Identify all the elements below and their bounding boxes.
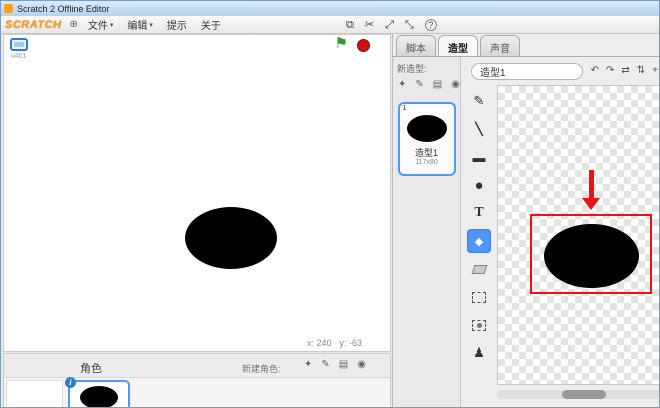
- scratch-logo[interactable]: SCRATCH: [5, 19, 61, 31]
- menubar: SCRATCH ⊕ 文件 ▾ 编辑 ▾ 提示 关于 ⧉ ✂ ⤢ ⤡ ?: [1, 16, 660, 34]
- menu-file-label: 文件: [88, 17, 108, 32]
- ellipse-tool[interactable]: ●: [467, 173, 491, 197]
- sprite-thumb-ellipse: [80, 386, 118, 408]
- paint-editor: ↶ ↷ ⇄ ⇅ + ✎ ╲ ▬ ● T ◆ ♟: [461, 57, 660, 408]
- version-label: v461: [11, 53, 26, 60]
- stage-thumbnail[interactable]: [6, 380, 63, 408]
- stop-icon[interactable]: [357, 39, 370, 52]
- menu-about[interactable]: 关于: [201, 17, 221, 32]
- editor-tabs: 脚本 造型 声音: [396, 35, 522, 56]
- menu-about-label: 关于: [201, 17, 221, 32]
- window-title: Scratch 2 Offline Editor: [17, 4, 109, 14]
- magic-select-icon: [472, 320, 486, 331]
- green-flag-icon[interactable]: ⚑: [335, 36, 348, 51]
- brush-tool[interactable]: ✎: [467, 89, 491, 113]
- sprite-panel-title: 角色: [80, 360, 102, 376]
- rectangle-tool[interactable]: ▬: [467, 145, 491, 169]
- upload-costume-icon[interactable]: ▤: [433, 79, 442, 90]
- scrollbar-thumb[interactable]: [562, 390, 606, 399]
- camera-sprite-icon[interactable]: ◉: [357, 359, 366, 370]
- select-icon: [472, 292, 486, 303]
- new-sprite-label: 新建角色:: [242, 362, 281, 375]
- sprite-library-icon[interactable]: ✦: [304, 359, 312, 370]
- menu-file[interactable]: 文件 ▾: [88, 17, 114, 32]
- chevron-down-icon: ▾: [110, 21, 114, 29]
- annotation-arrow-shaft: [589, 170, 594, 200]
- stamp-tool[interactable]: ♟: [467, 341, 491, 365]
- app-icon: [4, 4, 13, 13]
- menu-tips[interactable]: 提示: [167, 17, 187, 32]
- costume-name-input[interactable]: [471, 63, 583, 80]
- costume-library-icon[interactable]: ✦: [398, 79, 406, 90]
- paint-costume-icon[interactable]: ✎: [415, 79, 423, 90]
- fullscreen-inner: [14, 42, 24, 47]
- undo-icon[interactable]: ↶: [591, 65, 599, 76]
- menu-edit-label: 编辑: [127, 17, 147, 32]
- shrink-icon[interactable]: ⤡: [405, 20, 414, 31]
- scratch-window: Scratch 2 Offline Editor SCRATCH ⊕ 文件 ▾ …: [0, 0, 660, 408]
- stage-sprite-ellipse[interactable]: [185, 207, 277, 269]
- canvas-horizontal-scrollbar[interactable]: [497, 390, 660, 399]
- help-icon[interactable]: ?: [425, 19, 437, 31]
- editor-panel: 脚本 造型 声音 新造型: ✦ ✎ ▤ ◉ 1 造型1 117x80: [392, 34, 660, 408]
- eraser-tool[interactable]: [467, 257, 491, 281]
- new-costume-buttons: ✦ ✎ ▤ ◉: [398, 79, 460, 90]
- sprite-header: 角色 新建角色: ✦ ✎ ▤ ◉: [4, 354, 390, 378]
- tab-sounds[interactable]: 声音: [480, 35, 520, 56]
- sprite-info-icon[interactable]: i: [65, 377, 76, 388]
- select-tool[interactable]: [467, 285, 491, 309]
- costume-size: 117x80: [400, 159, 454, 166]
- paint-top-toolbar: ↶ ↷ ⇄ ⇅ +: [591, 65, 658, 76]
- cursor-toolbar: ⧉ ✂ ⤢ ⤡ ?: [346, 16, 437, 34]
- menu-edit[interactable]: 编辑 ▾: [127, 17, 153, 32]
- new-costume-label: 新造型:: [397, 62, 460, 75]
- costume-list: 新造型: ✦ ✎ ▤ ◉ 1 造型1 117x80: [393, 57, 461, 408]
- flip-horizontal-icon[interactable]: ⇄: [621, 65, 629, 76]
- costume-name: 造型1: [400, 146, 454, 159]
- camera-costume-icon[interactable]: ◉: [451, 79, 460, 90]
- eraser-icon: [471, 265, 487, 274]
- magic-select-tool[interactable]: [467, 313, 491, 337]
- line-tool[interactable]: ╲: [467, 117, 491, 141]
- grow-icon[interactable]: ⤢: [385, 20, 394, 31]
- coord-y: y: -63: [339, 338, 362, 348]
- upload-sprite-icon[interactable]: ▤: [339, 359, 348, 370]
- canvas-ellipse[interactable]: [544, 224, 639, 288]
- add-icon[interactable]: +: [652, 65, 658, 76]
- fill-tool[interactable]: ◆: [467, 229, 491, 253]
- mouse-coordinates: x: 240 y: -63: [307, 338, 362, 348]
- menu-tips-label: 提示: [167, 17, 187, 32]
- delete-icon[interactable]: ✂: [365, 20, 374, 31]
- stage: v461 ⚑ x: 240 y: -63: [3, 34, 391, 352]
- coord-x: x: 240: [307, 338, 332, 348]
- text-tool[interactable]: T: [467, 201, 491, 225]
- chevron-down-icon: ▾: [149, 21, 153, 29]
- annotation-arrow-icon: [582, 198, 600, 210]
- sprite-panel: 角色 新建角色: ✦ ✎ ▤ ◉ i: [3, 353, 391, 408]
- new-sprite-buttons: ✦ ✎ ▤ ◉: [304, 359, 366, 370]
- paint-tools: ✎ ╲ ▬ ● T ◆ ♟: [464, 89, 494, 365]
- tab-costumes[interactable]: 造型: [438, 35, 478, 56]
- tab-scripts[interactable]: 脚本: [396, 35, 436, 56]
- language-icon[interactable]: ⊕: [69, 19, 77, 30]
- flip-vertical-icon[interactable]: ⇅: [637, 65, 645, 76]
- paint-canvas[interactable]: [497, 85, 660, 385]
- redo-icon[interactable]: ↷: [606, 65, 614, 76]
- costume-item-selected[interactable]: 1 造型1 117x80: [398, 102, 456, 176]
- sprite-thumbnail-selected[interactable]: i: [68, 380, 130, 408]
- fullscreen-icon[interactable]: [10, 38, 28, 51]
- titlebar: Scratch 2 Offline Editor: [1, 1, 660, 16]
- costume-index: 1: [403, 105, 407, 112]
- duplicate-icon[interactable]: ⧉: [346, 20, 354, 31]
- paint-sprite-icon[interactable]: ✎: [321, 359, 329, 370]
- costume-thumb-ellipse: [407, 115, 447, 142]
